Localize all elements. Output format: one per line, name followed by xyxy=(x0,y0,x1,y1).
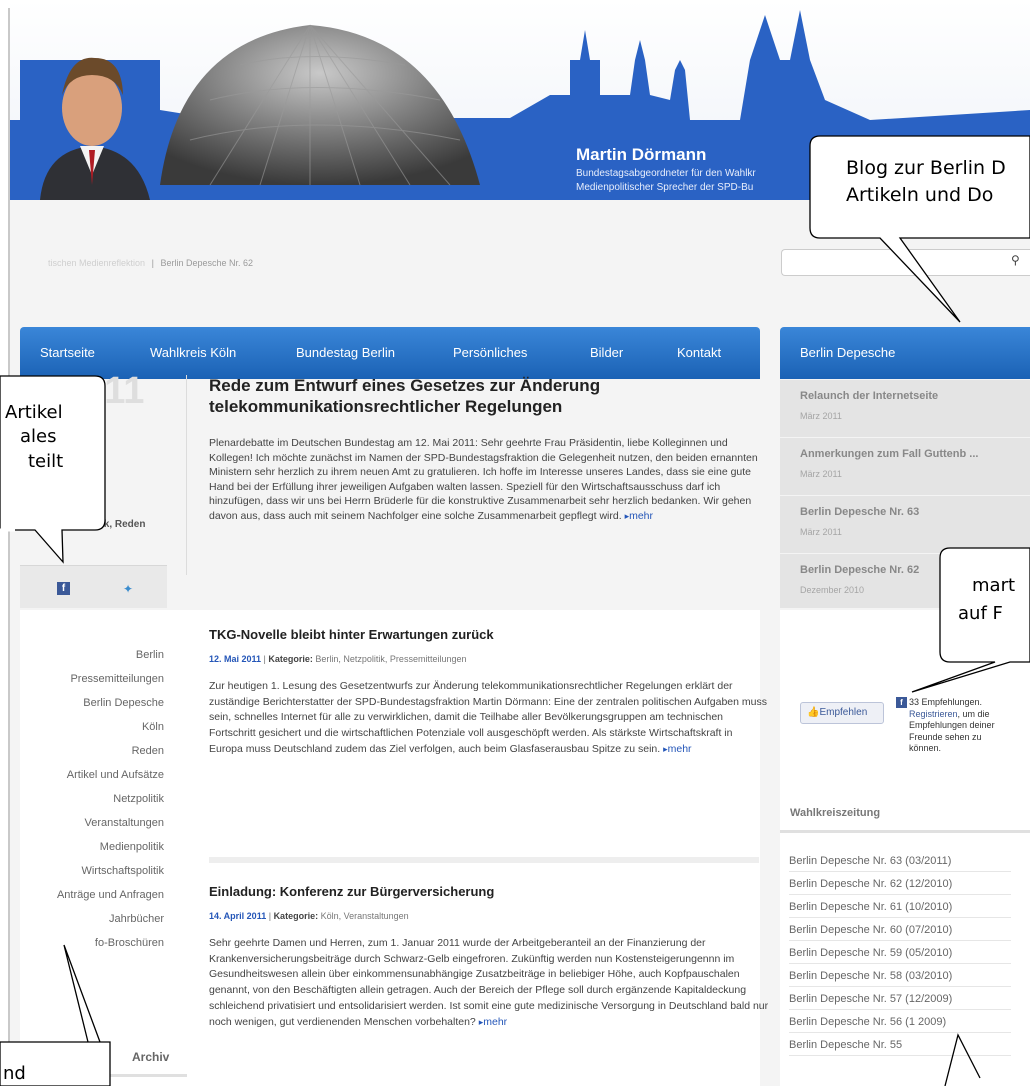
nav-item-persoenliches[interactable]: Persönliches xyxy=(453,345,527,360)
post-title[interactable]: TKG-Novelle bleibt hinter Erwartungen zu… xyxy=(209,627,494,642)
category-item[interactable]: Pressemitteilungen xyxy=(70,673,164,685)
header-subline-1: Bundestagsabgeordneter für den Wahlkr xyxy=(576,168,756,179)
depesche-heading: Berlin Depesche xyxy=(780,327,1030,379)
wahlkreiszeitung-divider xyxy=(780,830,1030,833)
nav-item-wahlkreis-koeln[interactable]: Wahlkreis Köln xyxy=(150,345,236,360)
nav-item-startseite[interactable]: Startseite xyxy=(40,345,95,360)
share-bar xyxy=(20,565,167,608)
post-meta: 14. April 2011 | Kategorie: Köln, Verans… xyxy=(209,911,409,921)
breadcrumb-separator: | xyxy=(151,258,154,268)
wahlkreiszeitung-item[interactable]: Berlin Depesche Nr. 55 xyxy=(789,1034,1011,1056)
category-item[interactable]: Veranstaltungen xyxy=(84,817,164,829)
category-item[interactable]: Köln xyxy=(142,721,164,733)
post-separator xyxy=(209,857,759,863)
wahlkreiszeitung-item[interactable]: Berlin Depesche Nr. 60 (07/2010) xyxy=(789,919,1011,941)
depesche-item[interactable]: Relaunch der Internetseite März 2011 xyxy=(780,379,1030,437)
post-meta: 12. Mai 2011 | Kategorie: Berlin, Netzpo… xyxy=(209,654,466,664)
facebook-like-label: Empfehlen xyxy=(819,707,868,718)
category-item[interactable]: Netzpolitik xyxy=(113,793,164,805)
post-meta-separator: | xyxy=(266,911,274,921)
depesche-item-date: Dezember 2010 xyxy=(800,585,865,595)
facebook-recommend-count: 33 Empfehlungen. Registrieren, um die Em… xyxy=(909,697,1005,755)
breadcrumb-current: Berlin Depesche Nr. 62 xyxy=(160,258,253,268)
category-item[interactable]: fo-Broschüren xyxy=(95,937,164,949)
archive-divider xyxy=(20,1074,187,1077)
category-item[interactable]: Berlin xyxy=(136,649,164,661)
category-item[interactable]: Anträge und Anfragen xyxy=(57,889,164,901)
post-categories[interactable]: Berlin, Netzpolitik, Pressemitteilungen xyxy=(313,654,466,664)
category-item[interactable]: Artikel und Aufsätze xyxy=(67,769,164,781)
facebook-count-text: 33 Empfehlungen. xyxy=(909,697,983,707)
nav-item-bundestag-berlin[interactable]: Bundestag Berlin xyxy=(296,345,395,360)
facebook-icon: f xyxy=(896,697,907,708)
category-item[interactable]: Berlin Depesche xyxy=(83,697,164,709)
callout-text: Artikel xyxy=(5,402,63,423)
search-input[interactable] xyxy=(781,249,1030,276)
featured-body: Plenardebatte im Deutschen Bundestag am … xyxy=(209,436,765,523)
post-more-link[interactable]: mehr xyxy=(479,1016,507,1028)
wahlkreiszeitung-item[interactable]: Berlin Depesche Nr. 61 (10/2010) xyxy=(789,896,1011,918)
thumbs-up-icon: 👍 xyxy=(807,707,820,718)
twitter-share-icon[interactable]: ✦ xyxy=(123,582,133,596)
callout-text: Blog zur Berlin D xyxy=(846,157,1006,179)
callout-text: nd xyxy=(3,1063,26,1084)
depesche-item-date: März 2011 xyxy=(800,411,842,421)
category-item[interactable]: Medienpolitik xyxy=(100,841,164,853)
post-body: Zur heutigen 1. Lesung des Gesetzentwurf… xyxy=(209,679,769,758)
depesche-heading-label: Berlin Depesche xyxy=(800,345,896,360)
search-icon[interactable]: ⚲ xyxy=(1011,253,1020,267)
callout-text: Artikeln und Do xyxy=(846,184,994,206)
depesche-item-title[interactable]: Anmerkungen zum Fall Guttenb ... xyxy=(800,448,978,460)
featured-categories[interactable]: etzpolitik, Reden xyxy=(66,519,145,530)
category-item[interactable]: Jahrbücher xyxy=(109,913,164,925)
callout-text: mart xyxy=(972,575,1016,596)
wahlkreiszeitung-item[interactable]: Berlin Depesche Nr. 63 (03/2011) xyxy=(789,850,1011,872)
breadcrumb: tischen Medienreflektion | Berlin Depesc… xyxy=(48,258,253,268)
breadcrumb-item[interactable]: tischen Medienreflektion xyxy=(48,258,145,268)
post-category-label: Kategorie: xyxy=(273,911,319,921)
category-item[interactable]: Wirtschaftspolitik xyxy=(81,865,164,877)
post-title[interactable]: Einladung: Konferenz zur Bürgerversicher… xyxy=(209,884,494,899)
site-owner-name[interactable]: Martin Dörmann xyxy=(576,145,706,165)
depesche-item-title[interactable]: Relaunch der Internetseite xyxy=(800,390,938,402)
wahlkreiszeitung-heading: Wahlkreiszeitung xyxy=(790,807,881,819)
wahlkreiszeitung-item[interactable]: Berlin Depesche Nr. 57 (12/2009) xyxy=(789,988,1011,1010)
post-categories[interactable]: Köln, Veranstaltungen xyxy=(318,911,409,921)
archive-heading: Archiv xyxy=(132,1050,170,1064)
post-more-link[interactable]: mehr xyxy=(663,743,691,755)
depesche-item-title[interactable]: Berlin Depesche Nr. 63 xyxy=(800,506,919,518)
featured-divider xyxy=(186,375,187,575)
featured-title[interactable]: Rede zum Entwurf eines Gesetzes zur Ände… xyxy=(209,375,729,417)
wahlkreiszeitung-item[interactable]: Berlin Depesche Nr. 58 (03/2010) xyxy=(789,965,1011,987)
facebook-like-button[interactable]: 👍Empfehlen xyxy=(800,702,884,724)
facebook-register-link[interactable]: Registrieren xyxy=(909,709,958,719)
callout-text: auf F xyxy=(958,603,1003,624)
depesche-item-date: März 2011 xyxy=(800,469,842,479)
facebook-share-icon[interactable]: f xyxy=(57,582,70,595)
depesche-item-date: März 2011 xyxy=(800,527,842,537)
depesche-item[interactable]: Berlin Depesche Nr. 63 März 2011 xyxy=(780,495,1030,553)
header-subline-2: Medienpolitischer Sprecher der SPD-Bu xyxy=(576,182,754,193)
callout-text: teilt xyxy=(28,451,64,472)
post-category-label: Kategorie: xyxy=(268,654,313,664)
category-item[interactable]: Reden xyxy=(132,745,164,757)
post-date[interactable]: 14. April 2011 xyxy=(209,911,266,921)
depesche-item[interactable]: Anmerkungen zum Fall Guttenb ... März 20… xyxy=(780,437,1030,495)
featured-year: 2011 xyxy=(62,370,145,412)
depesche-item-title[interactable]: Berlin Depesche Nr. 62 xyxy=(800,564,919,576)
callout-text: ales xyxy=(20,426,57,447)
nav-item-bilder[interactable]: Bilder xyxy=(590,345,623,360)
featured-body-text: Plenardebatte im Deutschen Bundestag am … xyxy=(209,437,758,522)
wahlkreiszeitung-item[interactable]: Berlin Depesche Nr. 56 (1 2009) xyxy=(789,1011,1011,1033)
wahlkreiszeitung-item[interactable]: Berlin Depesche Nr. 62 (12/2010) xyxy=(789,873,1011,895)
post-body-text: Sehr geehrte Damen und Herren, zum 1. Ja… xyxy=(209,937,769,1028)
post-body: Sehr geehrte Damen und Herren, zum 1. Ja… xyxy=(209,936,769,1030)
featured-more-link[interactable]: mehr xyxy=(625,510,653,522)
nav-item-kontakt[interactable]: Kontakt xyxy=(677,345,721,360)
post-date[interactable]: 12. Mai 2011 xyxy=(209,654,261,664)
wahlkreiszeitung-item[interactable]: Berlin Depesche Nr. 59 (05/2010) xyxy=(789,942,1011,964)
